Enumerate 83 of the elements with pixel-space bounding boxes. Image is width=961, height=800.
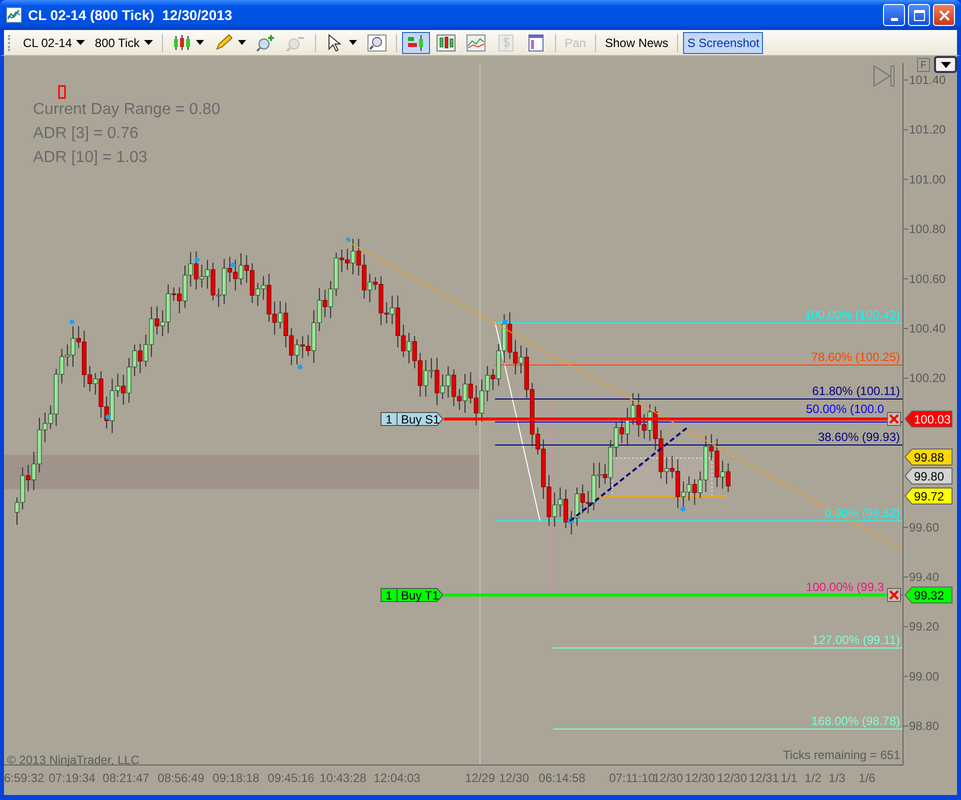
marker-icon	[58, 85, 66, 99]
time-axis-label: 08:21:47	[102, 771, 150, 785]
time-axis-label: 12:04:03	[374, 771, 420, 785]
caret-icon	[940, 62, 950, 68]
time-axis-label: 12/30	[498, 771, 530, 785]
minimize-button[interactable]	[883, 4, 905, 26]
price-axis-label: 101.20	[909, 122, 946, 137]
time-axis-label: 10:43:28	[320, 771, 366, 785]
bars-icon	[406, 34, 426, 52]
time-axis-label: 07:11:10	[609, 771, 655, 785]
time-axis-label: 12/29	[464, 771, 496, 785]
toolbar-dropdown[interactable]: CL 02-14	[19, 32, 89, 54]
zoom-in-icon	[256, 34, 276, 52]
info-text: ADR [10] = 1.03	[33, 149, 148, 166]
caret-icon	[348, 40, 357, 45]
toolbar-dropdown[interactable]: 800 Tick	[90, 32, 157, 54]
price-axis-label: 100.80	[909, 222, 946, 236]
time-axis-label: 08:56:49	[158, 771, 204, 785]
window-title: CL 02-14 (800 Tick) 12/30/2013	[28, 7, 234, 23]
price-axis-label: 98.80	[909, 719, 940, 734]
dollar-icon	[496, 34, 516, 52]
toolbar-button[interactable]: S Screenshot	[683, 32, 764, 54]
close-button[interactable]	[933, 4, 955, 26]
copyright-text: © 2013 NinjaTrader, LLC	[7, 753, 140, 767]
info-text: ADR [3] = 0.76	[33, 125, 138, 142]
bar-chart-icon	[172, 34, 192, 52]
pencil-icon	[214, 34, 234, 52]
time-axis-label: 06:14:58	[538, 771, 586, 785]
maximize-button[interactable]	[908, 4, 930, 26]
window-icon	[526, 34, 546, 52]
price-axis-label: 100.60	[909, 272, 946, 286]
price-flag: 99.88	[904, 448, 952, 466]
fib-level-label: 100.00% (100.42)	[804, 308, 900, 322]
caret-icon	[76, 40, 85, 45]
caret-icon	[238, 40, 246, 45]
info-text: Current Day Range = 0.80	[33, 101, 220, 118]
time-axis-label: 12/30	[684, 771, 716, 785]
time-axis-label: 09:45:16	[268, 771, 314, 785]
cancel-order-button[interactable]	[887, 588, 901, 602]
line-chart-icon	[466, 34, 486, 52]
candlestick-icon	[436, 34, 456, 52]
search-icon	[366, 34, 387, 52]
price-axis-label: 99.20	[909, 620, 940, 634]
time-axis-label: 12/30	[652, 771, 684, 785]
fib-level-label: 127.00% (99.11)	[812, 633, 900, 647]
caret-icon	[144, 40, 153, 45]
price-flag: 99.72	[904, 488, 952, 504]
time-axis-label: 1/1	[780, 771, 798, 785]
price-axis-label: 100.40	[909, 322, 946, 336]
fib-level-label: 50.00% (100.0	[806, 402, 884, 416]
time-axis-label: 12/31	[748, 771, 780, 785]
price-axis-label: 101.00	[909, 172, 946, 186]
ticks-remaining: Ticks remaining = 651	[783, 748, 900, 762]
toolbar-button[interactable]: Show News	[600, 32, 672, 54]
maximize-icon	[914, 10, 924, 21]
order-tag[interactable]: 1 Buy T1	[380, 588, 444, 602]
time-axis-label: 09:18:18	[212, 771, 260, 785]
price-flag: 99.32	[904, 586, 952, 604]
price-axis-label: 101.40	[909, 73, 946, 87]
time-axis-label: 1/6	[858, 771, 876, 785]
close-icon	[938, 10, 950, 20]
fib-level-label: 100.00% (99.3	[806, 580, 884, 594]
minimize-icon	[890, 18, 898, 21]
fib-level-label: 38.60% (99.93)	[818, 430, 900, 444]
time-axis-label: 1/2	[804, 771, 822, 785]
chart-icon	[6, 7, 22, 23]
fib-level-label: 61.80% (100.11)	[812, 384, 900, 398]
order-tag[interactable]: 1 Buy S1	[380, 412, 444, 426]
time-axis-label: 07:19:34	[48, 771, 96, 785]
time-axis-label: 1/3	[828, 771, 846, 785]
fib-level-label: 168.00% (98.78)	[811, 714, 900, 728]
price-axis-label: 99.00	[909, 669, 940, 684]
price-axis-label: 100.20	[909, 371, 946, 386]
price-axis-label: 99.40	[909, 570, 940, 584]
fib-level-label: 78.60% (100.25)	[811, 350, 900, 364]
price-flag: 99.80	[904, 468, 952, 484]
dropdown-button[interactable]	[934, 56, 957, 73]
time-axis-label: 12/30	[716, 771, 748, 785]
time-axis-label: 6:59:32	[4, 771, 44, 785]
price-axis-label: 99.60	[909, 520, 940, 534]
price-flag: 100.03	[904, 410, 952, 428]
caret-icon	[196, 40, 204, 45]
cancel-order-button[interactable]	[887, 412, 901, 426]
